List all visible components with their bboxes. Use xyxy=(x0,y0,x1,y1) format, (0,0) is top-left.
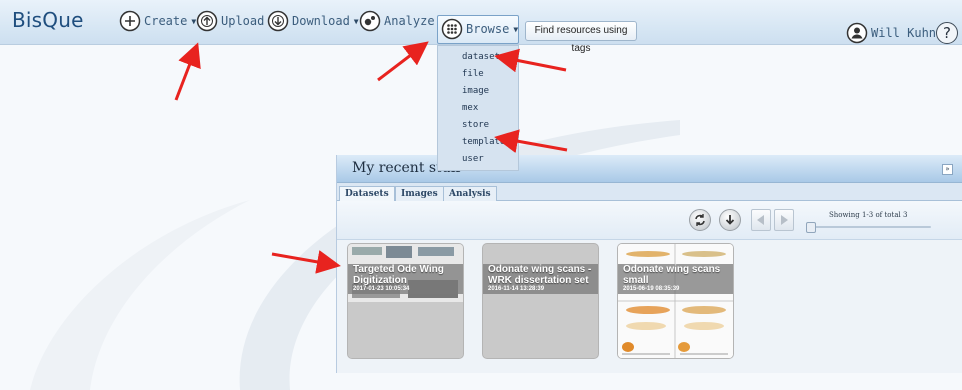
card-caption: Targeted Ode Wing Digitization 2017-01-2… xyxy=(348,264,463,294)
card-title: Odonate wing scans - WRK dissertation se… xyxy=(488,264,592,286)
page-slider-thumb[interactable] xyxy=(806,222,816,233)
download-label: Download xyxy=(292,14,350,28)
card-date: 2016-11-14 13:28:39 xyxy=(488,286,545,292)
tab-datasets[interactable]: Datasets xyxy=(339,186,395,201)
user-icon xyxy=(846,22,868,44)
prev-arrow-icon[interactable] xyxy=(751,209,771,231)
browse-dropdown: dataset file image mex store template us… xyxy=(437,45,519,171)
tab-images[interactable]: Images xyxy=(395,186,444,201)
browse-item-mex[interactable]: mex xyxy=(438,100,518,117)
browse-item-file[interactable]: file xyxy=(438,66,518,83)
card-date: 2017-01-23 10:05:34 xyxy=(353,286,410,292)
browse-item-template[interactable]: template xyxy=(438,134,518,151)
user-menu[interactable]: Will Kuhn ▼ xyxy=(846,22,945,44)
analyze-menu[interactable]: Analyze ▼ xyxy=(359,10,443,32)
recent-stuff-panel: My recent stuff » Datasets Images Analys… xyxy=(336,155,962,373)
upload-button[interactable]: Upload xyxy=(196,10,264,32)
create-label: Create xyxy=(144,14,188,28)
panel-toolbar: Showing 1-3 of total 3 xyxy=(337,201,962,240)
upload-icon xyxy=(196,10,218,32)
browse-label: Browse xyxy=(466,22,510,36)
showing-count: Showing 1-3 of total 3 xyxy=(829,211,908,219)
chevron-down-icon: ▼ xyxy=(513,24,519,34)
dataset-card[interactable]: Targeted Ode Wing Digitization 2017-01-2… xyxy=(347,243,464,359)
download-icon[interactable] xyxy=(719,209,741,231)
find-by-tags-button[interactable]: Find resources using tags xyxy=(525,21,637,54)
next-arrow-icon[interactable] xyxy=(774,209,794,231)
card-title: Odonate wing scans small xyxy=(623,264,721,286)
dataset-card[interactable]: Odonate wing scans - WRK dissertation se… xyxy=(482,243,599,359)
plus-circle-icon xyxy=(119,10,141,32)
upload-label: Upload xyxy=(221,14,265,28)
card-title: Targeted Ode Wing Digitization xyxy=(353,264,444,286)
refresh-icon[interactable] xyxy=(689,209,711,231)
browse-grid-icon xyxy=(441,18,463,40)
recent-cards: Targeted Ode Wing Digitization 2017-01-2… xyxy=(337,241,962,373)
analyze-label: Analyze xyxy=(384,14,435,28)
download-icon xyxy=(267,10,289,32)
browse-item-store[interactable]: store xyxy=(438,117,518,134)
browse-item-image[interactable]: image xyxy=(438,83,518,100)
browse-item-user[interactable]: user xyxy=(438,151,518,168)
chevron-down-icon: ▼ xyxy=(353,16,359,26)
collapse-icon[interactable]: » xyxy=(942,164,953,175)
card-caption: Odonate wing scans - WRK dissertation se… xyxy=(483,264,598,294)
analyze-icon xyxy=(359,10,381,32)
card-thumbnail xyxy=(618,244,733,358)
user-name: Will Kuhn xyxy=(871,26,937,40)
download-menu[interactable]: Download ▼ xyxy=(267,10,359,32)
browse-item-dataset[interactable]: dataset xyxy=(438,49,518,66)
card-caption: Odonate wing scans small 2015-06-19 08:3… xyxy=(618,264,733,294)
help-icon[interactable]: ? xyxy=(936,22,958,44)
browse-menu[interactable]: Browse ▼ xyxy=(441,18,518,40)
card-thumbnail xyxy=(348,244,463,358)
tab-analysis[interactable]: Analysis xyxy=(443,186,497,201)
create-menu[interactable]: Create ▼ xyxy=(119,10,196,32)
panel-header: My recent stuff » xyxy=(337,155,962,183)
app-logo[interactable]: BisQue xyxy=(12,8,84,32)
dataset-card[interactable]: Odonate wing scans small 2015-06-19 08:3… xyxy=(617,243,734,359)
card-date: 2015-06-19 08:35:39 xyxy=(623,286,680,292)
page-slider-track[interactable] xyxy=(811,226,931,228)
panel-tabs: Datasets Images Analysis xyxy=(337,183,962,201)
